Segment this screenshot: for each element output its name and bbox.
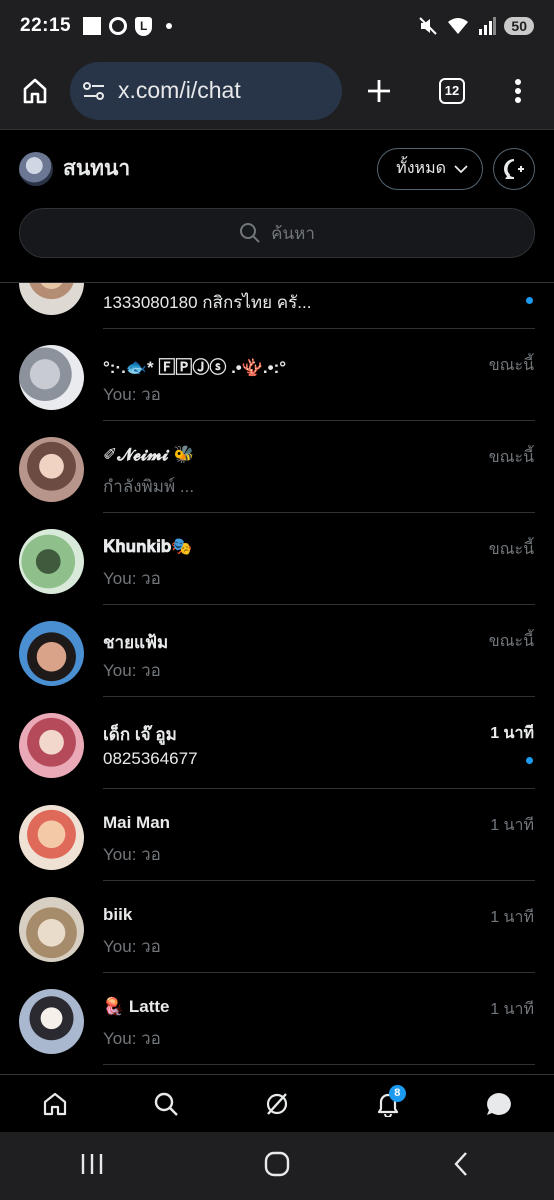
conversation-name: เด็ก เจ๊ อูม (103, 725, 177, 744)
message-preview: You: วอ (103, 1029, 161, 1048)
avatar (19, 897, 84, 962)
message-time: ขณะนี้ (488, 357, 534, 374)
conversation-item[interactable]: biik You: วอ 1 นาที (0, 881, 554, 973)
wifi-icon (448, 18, 469, 34)
filter-dropdown[interactable]: ทั้งหมด (377, 147, 483, 190)
message-preview: กำลังพิมพ์ ... (103, 477, 195, 496)
conversation-item[interactable]: 🪼 Latte You: วอ 1 นาที (0, 973, 554, 1065)
message-preview: You: วอ (103, 385, 161, 404)
message-preview: You: วอ (103, 845, 161, 864)
browser-home-button[interactable] (0, 77, 70, 105)
nav-search[interactable] (136, 1079, 196, 1129)
message-time: 1 นาที (490, 909, 534, 926)
avatar (19, 621, 84, 686)
conversation-name: ชายแฟ้ม (103, 633, 169, 652)
more-notifications-dot-icon (166, 23, 173, 29)
avatar (19, 283, 84, 315)
chrome-notification-icon (109, 17, 128, 35)
avatar (19, 345, 84, 410)
conversation-name: 𝐊𝐡𝐮𝐧𝐤𝐢𝐛🎭 (103, 537, 193, 556)
conversation-item[interactable]: ✐𝓝𝓮𝓲𝓶𝓲 🐝 กำลังพิมพ์ ... ขณะนี้ (0, 421, 554, 513)
conversation-name: biik (103, 905, 133, 924)
url-bar[interactable]: x.com/i/chat (70, 61, 342, 120)
message-time: 1 นาที (490, 725, 534, 742)
unread-dot (526, 757, 533, 764)
url-text: x.com/i/chat (118, 77, 241, 103)
more-vertical-icon (515, 78, 521, 103)
nav-notifications[interactable]: 8 (358, 1079, 418, 1129)
browser-menu-button[interactable] (488, 62, 548, 120)
new-tab-button[interactable] (342, 62, 416, 120)
tab-count: 12 (439, 77, 465, 104)
mute-icon (419, 17, 438, 35)
conversation-item[interactable]: ชายแฟ้ม You: วอ ขณะนี้ (0, 605, 554, 697)
profile-avatar[interactable] (19, 151, 53, 186)
chat-icon (486, 1092, 511, 1115)
conversation-name: ✐𝓝𝓮𝓲𝓶𝓲 🐝 (103, 445, 195, 464)
conversation-name: 🪼 Latte (103, 997, 170, 1016)
search-icon (154, 1092, 179, 1116)
home-circle-icon (264, 1151, 290, 1176)
search-icon (240, 223, 260, 243)
unread-dot (526, 297, 533, 304)
notification-badge: 8 (388, 1084, 406, 1102)
conversation-item[interactable]: เด็ก เจ๊ อูม 0825364677 1 นาที (0, 697, 554, 789)
page-title: สนทนา (63, 157, 131, 180)
conversation-item[interactable]: 1333080180 กสิกรไทย ครั... (0, 283, 554, 329)
nav-home[interactable] (25, 1079, 85, 1129)
recent-apps-button[interactable] (79, 1151, 105, 1182)
filter-label: ทั้งหมด (396, 160, 446, 177)
plus-icon (368, 79, 390, 102)
message-preview: 1333080180 กสิกรไทย ครั... (103, 293, 312, 312)
chevron-down-icon (454, 164, 468, 173)
browser-toolbar: x.com/i/chat 12 (0, 52, 554, 130)
nav-grok[interactable] (247, 1079, 307, 1129)
conversation-list[interactable]: 1333080180 กสิกรไทย ครั... °:·.🐟* 🄵🄿Ⓙⓢ .… (0, 282, 554, 1074)
message-time: 1 นาที (490, 817, 534, 834)
message-time: ขณะนี้ (488, 449, 534, 466)
message-preview: You: วอ (103, 569, 161, 588)
avatar (19, 805, 84, 870)
home-icon (23, 78, 47, 103)
recents-icon (82, 1153, 103, 1174)
gallery-notification-icon (83, 17, 102, 35)
system-back-button[interactable] (449, 1151, 475, 1182)
conversation-item[interactable]: 𝐊𝐡𝐮𝐧𝐤𝐢𝐛🎭 You: วอ ขณะนี้ (0, 513, 554, 605)
avatar (19, 529, 84, 594)
status-time: 22:15 (20, 15, 72, 36)
conversation-name: °:·.🐟* 🄵🄿Ⓙⓢ .•🪸.•:° (103, 358, 287, 377)
conversation-name: Mai Man (103, 813, 171, 832)
conversation-item[interactable]: °:·.🐟* 🄵🄿Ⓙⓢ .•🪸.•:° You: วอ ขณะนี้ (0, 329, 554, 421)
system-navigation-bar (0, 1132, 554, 1200)
avatar (19, 713, 84, 778)
message-time: ขณะนี้ (488, 633, 534, 650)
search-input[interactable]: ค้นหา (19, 208, 535, 258)
message-preview: You: วอ (103, 937, 161, 956)
conversation-item[interactable]: Mai Man You: วอ 1 นาที (0, 789, 554, 881)
grok-icon (266, 1092, 288, 1115)
divider (103, 1064, 535, 1065)
battery-indicator: 50 (504, 17, 534, 35)
shield-notification-icon: L (135, 16, 153, 36)
back-icon (454, 1151, 467, 1176)
new-chat-icon (504, 158, 524, 179)
search-placeholder: ค้นหา (271, 223, 315, 243)
chat-header: สนทนา ทั้งหมด (0, 131, 554, 206)
nav-chat[interactable] (469, 1079, 529, 1129)
tab-switcher-button[interactable]: 12 (416, 62, 488, 120)
signal-icon (479, 17, 497, 35)
message-preview: You: วอ (103, 661, 161, 680)
new-message-button[interactable] (493, 147, 535, 190)
message-time: ขณะนี้ (488, 541, 534, 558)
message-time: 1 นาที (490, 1001, 534, 1018)
avatar (19, 989, 84, 1054)
bottom-navigation: 8 (0, 1074, 554, 1132)
home-icon (44, 1092, 67, 1115)
status-bar: 22:15 L 50 (0, 0, 554, 52)
site-settings-icon[interactable] (82, 80, 106, 102)
message-preview: 0825364677 (103, 749, 198, 768)
system-home-button[interactable] (264, 1151, 290, 1182)
avatar (19, 437, 84, 502)
